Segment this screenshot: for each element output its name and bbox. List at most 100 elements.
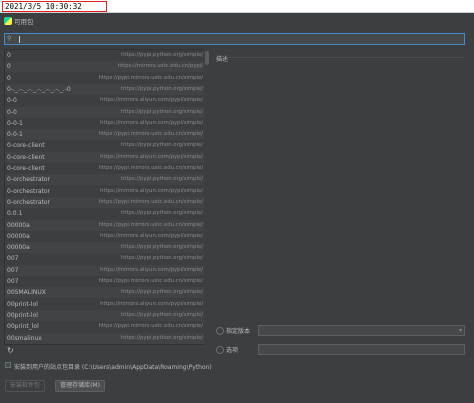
package-row[interactable]: 0-orchestrator https://mirrors.aliyun.com… bbox=[5, 185, 205, 197]
package-list[interactable]: 0 https://pypi.python.org/simple/0 https:/… bbox=[4, 49, 210, 345]
package-row[interactable]: 007 https://pypi.mirrors.ustc.edu.cn/simp… bbox=[5, 276, 205, 287]
package-name: 00print-lol bbox=[7, 300, 38, 308]
package-name: 0-orchestrator bbox=[7, 198, 51, 206]
package-repository: https://pypi.mirrors.ustc.edu.cn/simple/ bbox=[98, 165, 203, 171]
package-repository: https://pypi.python.org/simple/ bbox=[121, 142, 203, 149]
package-row[interactable]: 0-core-client https://pypi.python.org/sim… bbox=[5, 140, 205, 152]
package-repository: https://pypi.python.org/simple/ bbox=[121, 334, 203, 341]
package-name: 007 bbox=[7, 255, 19, 263]
pycharm-icon bbox=[4, 17, 12, 25]
package-name: 0-0 bbox=[7, 108, 17, 116]
specify-version-label: 指定版本 bbox=[226, 328, 251, 335]
package-repository: https://mirrors.aliyun.com/pypi/simple/ bbox=[100, 119, 203, 126]
package-name: 007 bbox=[7, 266, 19, 274]
package-name: 0-0 bbox=[7, 97, 17, 105]
search-icon: ⚲ bbox=[7, 35, 12, 42]
package-repository: https://mirrors.aliyun.com/pypi/simple/ bbox=[100, 232, 203, 239]
package-name: 0-0-1 bbox=[7, 131, 23, 139]
options-label: 选项 bbox=[226, 347, 239, 354]
specify-version-checkbox[interactable] bbox=[216, 327, 224, 335]
scrollbar-thumb[interactable] bbox=[205, 51, 209, 65]
window-titlebar bbox=[0, 13, 474, 29]
package-name: 00print-lol bbox=[7, 311, 38, 319]
package-row[interactable]: 007 https://pypi.python.org/simple/ bbox=[5, 253, 205, 265]
package-row[interactable]: 0.0.1 https://pypi.python.org/simple/ bbox=[5, 208, 205, 220]
user-site-checkbox[interactable] bbox=[5, 362, 11, 368]
package-list-scrollbar[interactable] bbox=[204, 49, 210, 345]
package-row[interactable]: 0-0 https://pypi.python.org/simple/ bbox=[5, 106, 205, 118]
top-bar: 2021/3/5 10:30:32 bbox=[0, 0, 474, 13]
package-row[interactable]: 0-core-client https://mirrors.aliyun.com/… bbox=[5, 151, 205, 163]
package-row[interactable]: 0-0 https://mirrors.aliyun.com/pypi/simpl… bbox=[5, 95, 205, 107]
package-row[interactable]: 00SMALINUX https://pypi.python.org/simple… bbox=[5, 287, 205, 299]
package-name: 0-core-client bbox=[7, 153, 45, 161]
package-name: 0 bbox=[7, 74, 11, 82]
timestamp-overlay: 2021/3/5 10:30:32 bbox=[2, 1, 107, 12]
package-repository: https://pypi.mirrors.ustc.edu.cn/simple/ bbox=[98, 198, 203, 205]
package-repository: https://pypi.python.org/simple/ bbox=[121, 311, 203, 318]
package-name: 00000a bbox=[7, 244, 30, 252]
package-name: 0-core-client bbox=[7, 165, 45, 172]
package-name: 0-._.-._.-._.-._.-._.-._.-0 bbox=[7, 85, 71, 93]
package-row[interactable]: 00print-lol https://mirrors.aliyun.com/py… bbox=[5, 298, 205, 310]
options-checkbox[interactable] bbox=[216, 346, 224, 354]
package-row[interactable]: 00smalinux https://pypi.python.org/simple… bbox=[5, 332, 205, 344]
package-repository: https://mirrors.aliyun.com/pypi/simple/ bbox=[100, 266, 203, 273]
user-site-label: 安装到用户的站点包目录 (C:\Users\admin\AppData\Roam… bbox=[14, 364, 212, 371]
package-repository: https://mirrors.ustc.edu.cn/pypi/ bbox=[117, 63, 203, 70]
package-row[interactable]: 0-0-1 https://pypi.mirrors.ustc.edu.cn/si… bbox=[5, 129, 205, 141]
search-field[interactable]: ⚲ bbox=[4, 33, 465, 45]
description-divider bbox=[226, 57, 465, 58]
package-name: 00000a bbox=[7, 232, 30, 240]
package-row[interactable]: 0 https://pypi.mirrors.ustc.edu.cn/simple… bbox=[5, 72, 205, 84]
package-row[interactable]: 00000a https://mirrors.aliyun.com/pypi/si… bbox=[5, 230, 205, 242]
options-input[interactable] bbox=[258, 344, 465, 355]
package-repository: https://pypi.python.org/simple/ bbox=[121, 176, 203, 183]
package-repository: https://pypi.python.org/simple/ bbox=[121, 244, 203, 251]
package-name: 00smalinux bbox=[7, 334, 42, 342]
package-row[interactable]: 00000a https://pypi.python.org/simple/ bbox=[5, 242, 205, 254]
manage-repositories-button[interactable]: 管理存储库(M) bbox=[55, 380, 105, 392]
package-repository: https://pypi.python.org/simple/ bbox=[121, 289, 203, 296]
package-repository: https://pypi.python.org/simple/ bbox=[121, 108, 203, 115]
package-repository: https://pypi.mirrors.ustc.edu.cn/simple/ bbox=[98, 278, 203, 284]
package-repository: https://mirrors.aliyun.com/pypi/simple/ bbox=[100, 300, 203, 307]
package-name: 0-core-client bbox=[7, 142, 45, 150]
package-repository: https://pypi.mirrors.ustc.edu.cn/simple/ bbox=[98, 221, 203, 228]
package-repository: https://pypi.python.org/simple/ bbox=[121, 52, 203, 58]
description-label: 描述 bbox=[216, 56, 229, 63]
package-row[interactable]: 0-orchestrator https://pypi.python.org/si… bbox=[5, 174, 205, 186]
package-repository: https://mirrors.aliyun.com/pypi/simple/ bbox=[100, 153, 203, 160]
package-row[interactable]: 00000a https://pypi.mirrors.ustc.edu.cn/s… bbox=[5, 219, 205, 231]
package-row[interactable]: 00print_lol https://pypi.mirrors.ustc.edu… bbox=[5, 321, 205, 333]
package-name: 007 bbox=[7, 278, 19, 285]
package-name: 0-orchestrator bbox=[7, 187, 51, 195]
install-package-button[interactable]: 安装软件包 bbox=[5, 380, 45, 392]
version-select[interactable]: ▾ bbox=[258, 325, 465, 336]
package-repository: https://pypi.python.org/simple/ bbox=[121, 85, 203, 92]
package-name: 00SMALINUX bbox=[7, 289, 46, 297]
package-repository: https://mirrors.aliyun.com/pypi/simple/ bbox=[100, 97, 203, 104]
package-name: 0 bbox=[7, 63, 11, 71]
package-repository: https://pypi.mirrors.ustc.edu.cn/simple/ bbox=[98, 323, 203, 330]
chevron-down-icon: ▾ bbox=[458, 327, 462, 334]
package-repository: https://mirrors.aliyun.com/pypi/simple/ bbox=[100, 187, 203, 194]
package-repository: https://pypi.mirrors.ustc.edu.cn/simple/ bbox=[98, 131, 203, 138]
package-row[interactable]: 0-._.-._.-._.-._.-._.-._.-0 https://pypi.… bbox=[5, 83, 205, 95]
package-row[interactable]: 0-orchestrator https://pypi.mirrors.ustc.… bbox=[5, 196, 205, 208]
package-row[interactable]: 007 https://mirrors.aliyun.com/pypi/simpl… bbox=[5, 264, 205, 276]
package-name: 0-orchestrator bbox=[7, 176, 51, 184]
package-name: 0 bbox=[7, 52, 11, 59]
package-name: 0.0.1 bbox=[7, 210, 23, 218]
package-name: 00print_lol bbox=[7, 323, 39, 331]
package-row[interactable]: 0 https://pypi.python.org/simple/ bbox=[5, 50, 205, 61]
package-row[interactable]: 0-core-client https://pypi.mirrors.ustc.e… bbox=[5, 163, 205, 174]
package-row[interactable]: 0-0-1 https://mirrors.aliyun.com/pypi/sim… bbox=[5, 117, 205, 129]
package-name: 0-0-1 bbox=[7, 119, 23, 127]
package-row[interactable]: 00print-lol https://pypi.python.org/simpl… bbox=[5, 309, 205, 321]
package-row[interactable]: 0 https://mirrors.ustc.edu.cn/pypi/ bbox=[5, 61, 205, 73]
package-repository: https://pypi.python.org/simple/ bbox=[121, 210, 203, 217]
refresh-icon[interactable]: ↻ bbox=[7, 346, 14, 355]
text-caret bbox=[19, 36, 20, 43]
package-name: 00000a bbox=[7, 221, 30, 229]
